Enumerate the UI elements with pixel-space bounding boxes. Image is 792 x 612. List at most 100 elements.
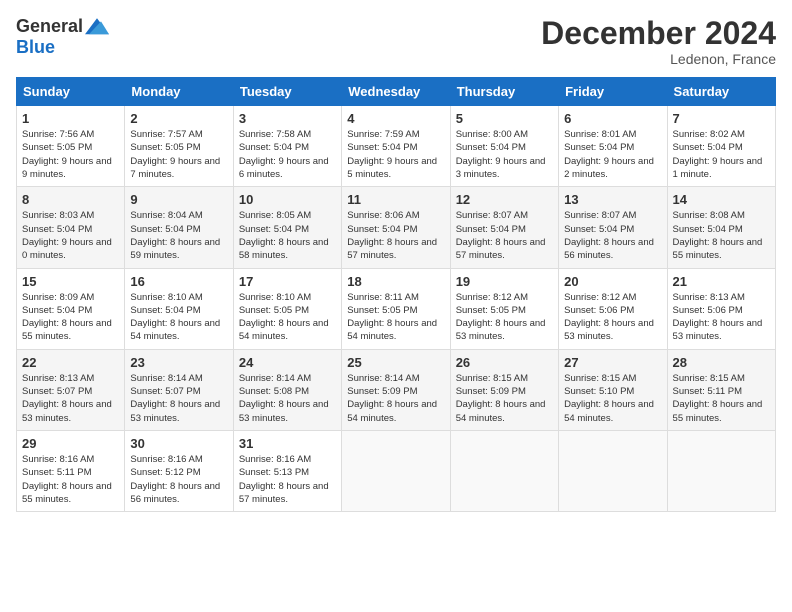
- day-info: Sunrise: 8:09 AM Sunset: 5:04 PM Dayligh…: [22, 291, 119, 344]
- sunrise-label: Sunrise: 8:15 AM: [456, 373, 528, 384]
- sunrise-label: Sunrise: 7:57 AM: [130, 129, 202, 140]
- daylight-label: Daylight: 8 hours and 55 minutes.: [673, 399, 763, 423]
- day-info: Sunrise: 8:13 AM Sunset: 5:06 PM Dayligh…: [673, 291, 770, 344]
- table-row: 9 Sunrise: 8:04 AM Sunset: 5:04 PM Dayli…: [125, 187, 233, 268]
- sunrise-label: Sunrise: 8:07 AM: [456, 210, 528, 221]
- table-row: 24 Sunrise: 8:14 AM Sunset: 5:08 PM Dayl…: [233, 349, 341, 430]
- sunset-label: Sunset: 5:10 PM: [564, 386, 634, 397]
- daylight-label: Daylight: 9 hours and 0 minutes.: [22, 237, 112, 261]
- table-row: 12 Sunrise: 8:07 AM Sunset: 5:04 PM Dayl…: [450, 187, 558, 268]
- daylight-label: Daylight: 8 hours and 54 minutes.: [130, 318, 220, 342]
- day-info: Sunrise: 8:06 AM Sunset: 5:04 PM Dayligh…: [347, 209, 444, 262]
- table-row: 28 Sunrise: 8:15 AM Sunset: 5:11 PM Dayl…: [667, 349, 775, 430]
- sunset-label: Sunset: 5:04 PM: [22, 224, 92, 235]
- sunset-label: Sunset: 5:04 PM: [564, 224, 634, 235]
- logo: General Blue: [16, 16, 109, 58]
- table-row: 18 Sunrise: 8:11 AM Sunset: 5:05 PM Dayl…: [342, 268, 450, 349]
- day-info: Sunrise: 8:15 AM Sunset: 5:11 PM Dayligh…: [673, 372, 770, 425]
- sunset-label: Sunset: 5:12 PM: [130, 467, 200, 478]
- day-number: 20: [564, 274, 661, 289]
- sunrise-label: Sunrise: 8:01 AM: [564, 129, 636, 140]
- day-number: 23: [130, 355, 227, 370]
- sunset-label: Sunset: 5:04 PM: [456, 142, 526, 153]
- day-info: Sunrise: 8:10 AM Sunset: 5:05 PM Dayligh…: [239, 291, 336, 344]
- logo-icon: [85, 18, 109, 36]
- table-row: 1 Sunrise: 7:56 AM Sunset: 5:05 PM Dayli…: [17, 106, 125, 187]
- table-row: 11 Sunrise: 8:06 AM Sunset: 5:04 PM Dayl…: [342, 187, 450, 268]
- day-info: Sunrise: 8:14 AM Sunset: 5:08 PM Dayligh…: [239, 372, 336, 425]
- day-info: Sunrise: 8:15 AM Sunset: 5:09 PM Dayligh…: [456, 372, 553, 425]
- logo-blue-text: Blue: [16, 37, 55, 57]
- sunrise-label: Sunrise: 7:56 AM: [22, 129, 94, 140]
- table-row: 10 Sunrise: 8:05 AM Sunset: 5:04 PM Dayl…: [233, 187, 341, 268]
- calendar-week-1: 1 Sunrise: 7:56 AM Sunset: 5:05 PM Dayli…: [17, 106, 776, 187]
- day-number: 28: [673, 355, 770, 370]
- daylight-label: Daylight: 9 hours and 1 minute.: [673, 156, 763, 180]
- day-info: Sunrise: 8:16 AM Sunset: 5:11 PM Dayligh…: [22, 453, 119, 506]
- daylight-label: Daylight: 8 hours and 54 minutes.: [347, 399, 437, 423]
- day-info: Sunrise: 8:03 AM Sunset: 5:04 PM Dayligh…: [22, 209, 119, 262]
- header-row: Sunday Monday Tuesday Wednesday Thursday…: [17, 78, 776, 106]
- day-info: Sunrise: 8:07 AM Sunset: 5:04 PM Dayligh…: [456, 209, 553, 262]
- day-number: 7: [673, 111, 770, 126]
- daylight-label: Daylight: 8 hours and 55 minutes.: [22, 318, 112, 342]
- day-info: Sunrise: 8:13 AM Sunset: 5:07 PM Dayligh…: [22, 372, 119, 425]
- day-info: Sunrise: 8:14 AM Sunset: 5:07 PM Dayligh…: [130, 372, 227, 425]
- sunset-label: Sunset: 5:11 PM: [22, 467, 92, 478]
- calendar-week-5: 29 Sunrise: 8:16 AM Sunset: 5:11 PM Dayl…: [17, 430, 776, 511]
- table-row: 4 Sunrise: 7:59 AM Sunset: 5:04 PM Dayli…: [342, 106, 450, 187]
- day-info: Sunrise: 8:12 AM Sunset: 5:05 PM Dayligh…: [456, 291, 553, 344]
- day-number: 24: [239, 355, 336, 370]
- calendar-week-3: 15 Sunrise: 8:09 AM Sunset: 5:04 PM Dayl…: [17, 268, 776, 349]
- day-info: Sunrise: 7:56 AM Sunset: 5:05 PM Dayligh…: [22, 128, 119, 181]
- calendar-week-4: 22 Sunrise: 8:13 AM Sunset: 5:07 PM Dayl…: [17, 349, 776, 430]
- sunset-label: Sunset: 5:04 PM: [22, 305, 92, 316]
- sunrise-label: Sunrise: 8:11 AM: [347, 292, 419, 303]
- sunrise-label: Sunrise: 8:00 AM: [456, 129, 528, 140]
- month-title: December 2024: [541, 16, 776, 51]
- daylight-label: Daylight: 8 hours and 57 minutes.: [347, 237, 437, 261]
- day-number: 1: [22, 111, 119, 126]
- calendar-header: Sunday Monday Tuesday Wednesday Thursday…: [17, 78, 776, 106]
- daylight-label: Daylight: 8 hours and 59 minutes.: [130, 237, 220, 261]
- logo-general-text: General: [16, 16, 83, 37]
- table-row: 27 Sunrise: 8:15 AM Sunset: 5:10 PM Dayl…: [559, 349, 667, 430]
- daylight-label: Daylight: 8 hours and 53 minutes.: [456, 318, 546, 342]
- sunrise-label: Sunrise: 8:14 AM: [239, 373, 311, 384]
- daylight-label: Daylight: 8 hours and 57 minutes.: [456, 237, 546, 261]
- day-number: 14: [673, 192, 770, 207]
- sunrise-label: Sunrise: 7:59 AM: [347, 129, 419, 140]
- table-row: 7 Sunrise: 8:02 AM Sunset: 5:04 PM Dayli…: [667, 106, 775, 187]
- sunset-label: Sunset: 5:05 PM: [239, 305, 309, 316]
- sunset-label: Sunset: 5:05 PM: [347, 305, 417, 316]
- sunset-label: Sunset: 5:04 PM: [239, 224, 309, 235]
- daylight-label: Daylight: 9 hours and 6 minutes.: [239, 156, 329, 180]
- daylight-label: Daylight: 8 hours and 56 minutes.: [130, 481, 220, 505]
- sunrise-label: Sunrise: 8:03 AM: [22, 210, 94, 221]
- day-number: 5: [456, 111, 553, 126]
- col-friday: Friday: [559, 78, 667, 106]
- sunset-label: Sunset: 5:05 PM: [456, 305, 526, 316]
- day-info: Sunrise: 8:11 AM Sunset: 5:05 PM Dayligh…: [347, 291, 444, 344]
- daylight-label: Daylight: 8 hours and 58 minutes.: [239, 237, 329, 261]
- table-row: 22 Sunrise: 8:13 AM Sunset: 5:07 PM Dayl…: [17, 349, 125, 430]
- col-wednesday: Wednesday: [342, 78, 450, 106]
- col-saturday: Saturday: [667, 78, 775, 106]
- daylight-label: Daylight: 8 hours and 53 minutes.: [673, 318, 763, 342]
- day-info: Sunrise: 8:15 AM Sunset: 5:10 PM Dayligh…: [564, 372, 661, 425]
- table-row: 16 Sunrise: 8:10 AM Sunset: 5:04 PM Dayl…: [125, 268, 233, 349]
- sunrise-label: Sunrise: 8:13 AM: [22, 373, 94, 384]
- sunrise-label: Sunrise: 8:16 AM: [239, 454, 311, 465]
- day-info: Sunrise: 8:10 AM Sunset: 5:04 PM Dayligh…: [130, 291, 227, 344]
- table-row: [450, 430, 558, 511]
- sunset-label: Sunset: 5:08 PM: [239, 386, 309, 397]
- table-row: 3 Sunrise: 7:58 AM Sunset: 5:04 PM Dayli…: [233, 106, 341, 187]
- table-row: [342, 430, 450, 511]
- day-number: 8: [22, 192, 119, 207]
- day-number: 29: [22, 436, 119, 451]
- day-info: Sunrise: 8:16 AM Sunset: 5:13 PM Dayligh…: [239, 453, 336, 506]
- sunset-label: Sunset: 5:07 PM: [130, 386, 200, 397]
- sunset-label: Sunset: 5:04 PM: [673, 224, 743, 235]
- day-number: 3: [239, 111, 336, 126]
- day-number: 6: [564, 111, 661, 126]
